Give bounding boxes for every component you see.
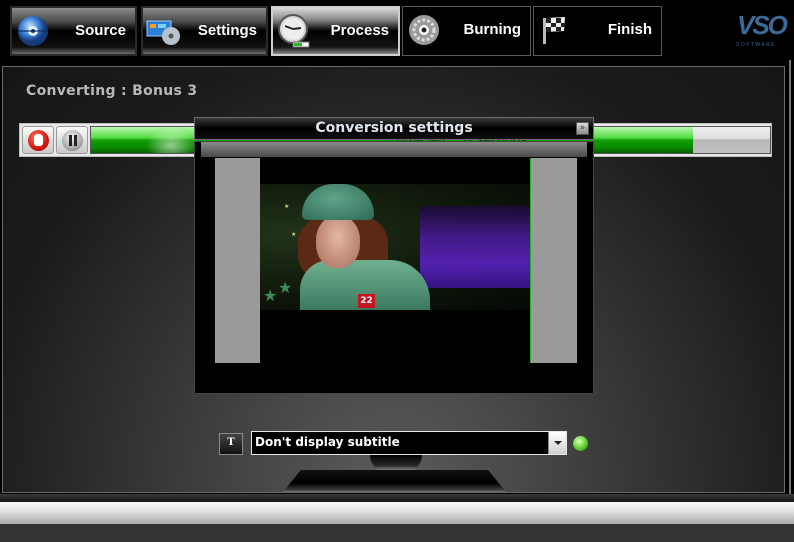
step-label: Source	[75, 22, 126, 39]
collapse-button[interactable]: »	[576, 122, 589, 135]
footer	[0, 524, 794, 542]
conversion-settings-title: Conversion settings	[315, 120, 473, 136]
preview-screen: 22 ★ ★ ★ ★	[215, 158, 577, 363]
step-label: Burning	[463, 21, 522, 38]
step-process[interactable]: Process	[271, 6, 400, 56]
converting-status: Converting : Bonus 3	[26, 83, 198, 99]
pause-icon	[62, 130, 83, 151]
step-label: Settings	[197, 22, 257, 39]
step-label: Finish	[607, 21, 652, 38]
subtitle-selected-value: Don't display subtitle	[255, 435, 400, 449]
window-edge	[789, 60, 791, 500]
stop-icon	[28, 130, 49, 151]
star-icon: ★	[278, 278, 293, 297]
step-finish[interactable]: Finish	[533, 6, 662, 56]
burn-disc-icon	[409, 15, 439, 45]
step-label: Process	[330, 22, 389, 39]
jersey-number: 22	[358, 294, 375, 308]
conversion-settings-header: Conversion settings »	[194, 117, 594, 140]
pause-button[interactable]	[56, 126, 88, 154]
disc-icon	[18, 16, 48, 46]
video-preview: 22 ★ ★ ★ ★	[260, 158, 531, 363]
status-led-icon	[573, 436, 588, 451]
step-burning[interactable]: Burning	[402, 6, 531, 56]
wizard-nav: Source Settings Process Burning Finish V…	[0, 0, 794, 60]
stop-button[interactable]	[22, 126, 54, 154]
subtitle-select[interactable]: Don't display subtitle	[251, 431, 567, 455]
chevron-down-icon[interactable]	[548, 432, 566, 454]
star-icon: ★	[263, 286, 278, 305]
subtitle-icon: T	[219, 433, 243, 455]
checkered-flag-icon	[543, 17, 565, 44]
monitor-stand-base	[283, 470, 506, 492]
preview-monitor: 22 ★ ★ ★ ★ T Don't display subtitle	[194, 141, 594, 455]
clock-icon	[278, 14, 310, 48]
vso-logo: VSO SOFTWARE	[736, 10, 788, 48]
bottom-bar	[0, 502, 794, 524]
step-settings[interactable]: Settings	[141, 6, 268, 56]
monitor-disc-icon	[146, 20, 180, 45]
video-frame: 22 ★ ★ ★ ★	[260, 184, 530, 310]
star-icon: ★	[291, 231, 297, 238]
step-source[interactable]: Source	[10, 6, 137, 56]
star-icon: ★	[284, 203, 290, 210]
